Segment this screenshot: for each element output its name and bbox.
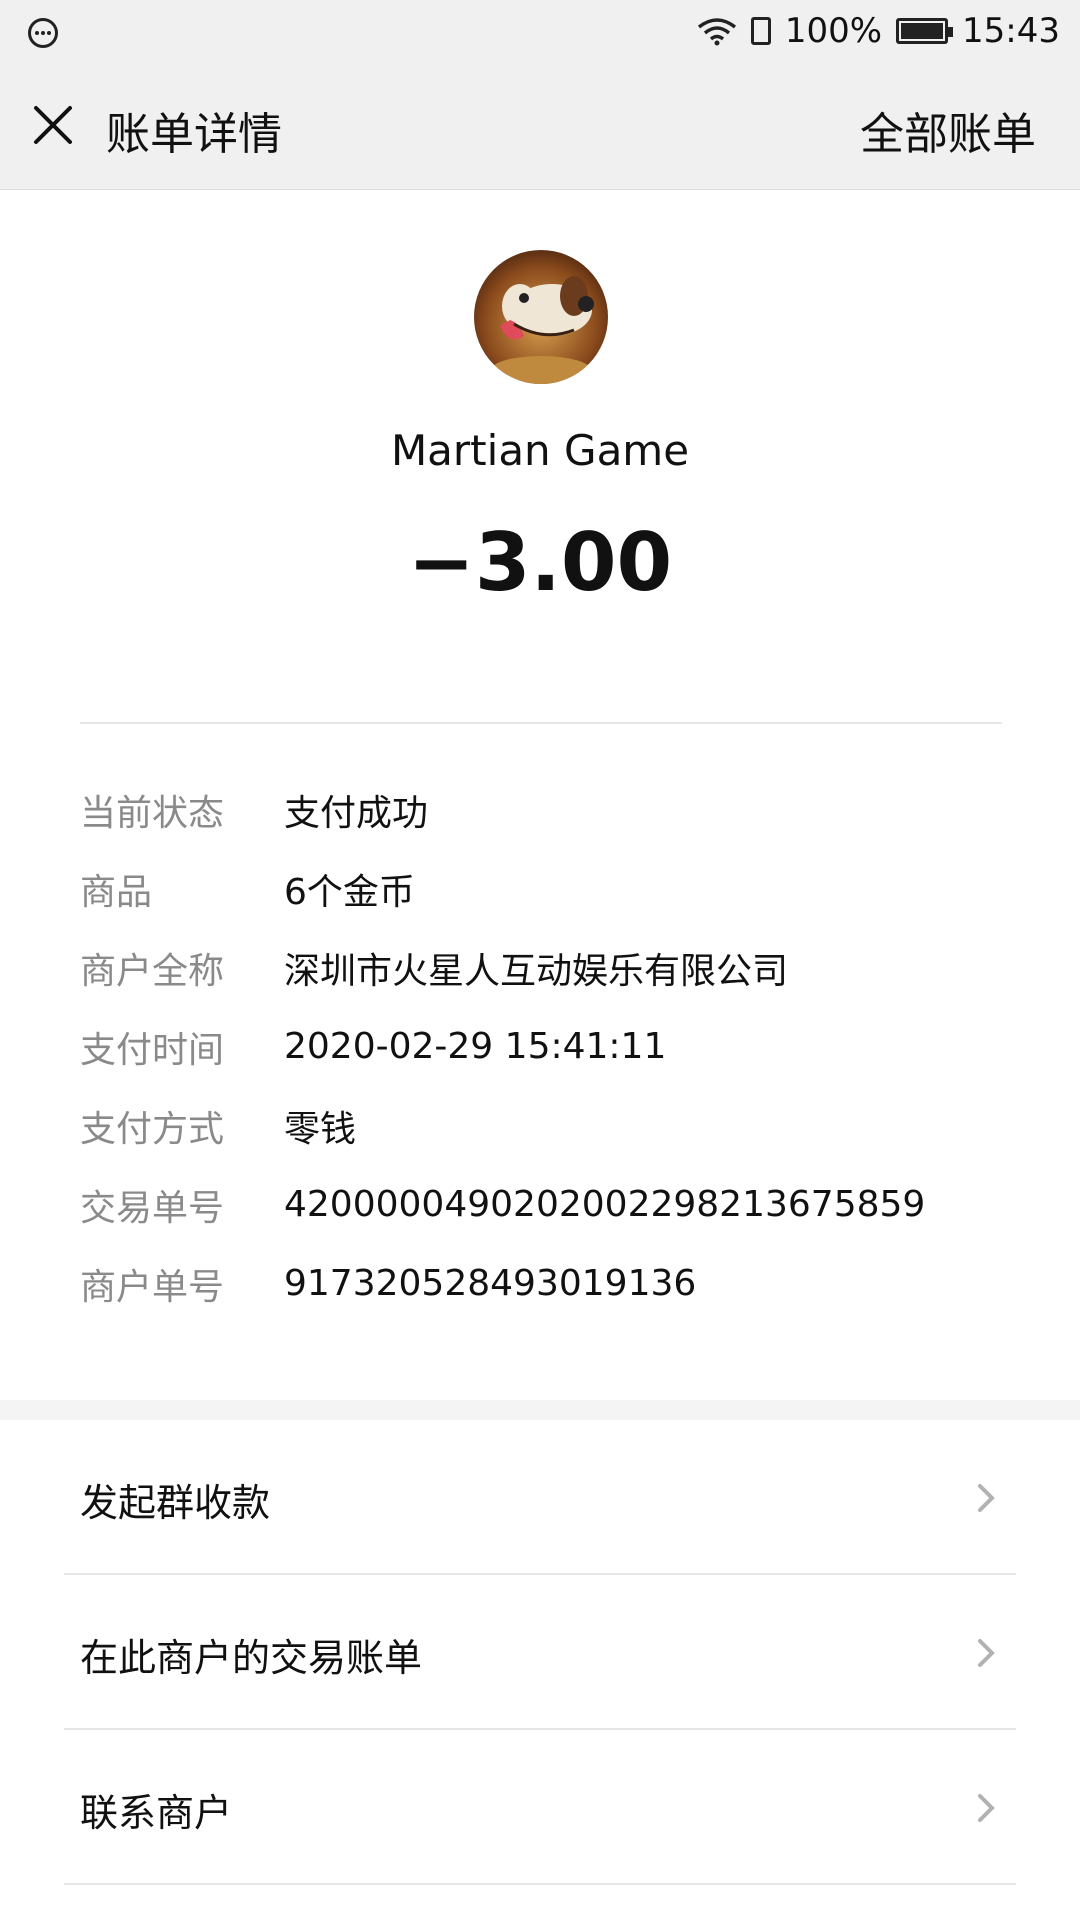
detail-row-transaction-id: 交易单号 4200000490202002298213675859: [80, 1165, 1020, 1244]
nav-bar: 账单详情 全部账单: [0, 62, 1080, 190]
detail-row-method: 支付方式 零钱: [80, 1086, 1020, 1165]
action-list: 发起群收款 在此商户的交易账单 联系商户: [0, 1420, 1080, 1885]
chevron-right-icon: [978, 1484, 995, 1512]
bill-header: Martian Game −3.00: [0, 190, 1080, 724]
detail-row-merchant-order: 商户单号 917320528493019136: [80, 1244, 1020, 1323]
sim-icon: [750, 17, 771, 45]
merchant-avatar: [474, 250, 608, 384]
page-title: 账单详情: [106, 109, 282, 160]
contact-merchant-button[interactable]: 联系商户: [0, 1730, 1080, 1885]
group-collect-button[interactable]: 发起群收款: [0, 1420, 1080, 1575]
wifi-icon: [697, 18, 736, 46]
status-right-group: 100% 15:43: [697, 8, 1060, 54]
detail-value: 2020-02-29 15:41:11: [284, 1026, 667, 1067]
detail-label: 商户单号: [80, 1266, 225, 1308]
merchant-bills-button[interactable]: 在此商户的交易账单: [0, 1575, 1080, 1730]
detail-row-time: 支付时间 2020-02-29 15:41:11: [80, 1007, 1020, 1086]
close-icon[interactable]: [28, 100, 78, 150]
bill-details: 当前状态 支付成功 商品 6个金币 商户全称 深圳市火星人互动娱乐有限公司 支付…: [80, 770, 1020, 1323]
clock: 15:43: [962, 11, 1060, 51]
detail-label: 当前状态: [80, 792, 225, 834]
detail-value: 深圳市火星人互动娱乐有限公司: [284, 950, 789, 992]
chevron-right-icon: [978, 1639, 995, 1667]
message-icon: [28, 18, 58, 48]
battery-icon: [896, 18, 954, 44]
detail-row-merchant: 商户全称 深圳市火星人互动娱乐有限公司: [80, 928, 1020, 1007]
detail-label: 商户全称: [80, 950, 225, 992]
section-separator: [0, 1400, 1080, 1420]
status-bar: 100% 15:43: [0, 0, 1080, 62]
detail-row-product: 商品 6个金币: [80, 849, 1020, 928]
chevron-right-icon: [978, 1794, 995, 1822]
detail-value: 4200000490202002298213675859: [284, 1184, 926, 1225]
action-label: 在此商户的交易账单: [80, 1636, 423, 1680]
detail-value: 917320528493019136: [284, 1263, 697, 1304]
divider: [80, 722, 1002, 724]
action-label: 发起群收款: [80, 1481, 271, 1525]
battery-percent: 100%: [784, 11, 883, 51]
detail-row-status: 当前状态 支付成功: [80, 770, 1020, 849]
detail-label: 支付方式: [80, 1108, 225, 1150]
all-bills-link[interactable]: 全部账单: [860, 98, 1036, 162]
detail-value: 支付成功: [284, 792, 429, 834]
detail-value: 零钱: [284, 1108, 357, 1150]
detail-label: 交易单号: [80, 1187, 225, 1229]
detail-value: 6个金币: [284, 871, 415, 913]
amount: −3.00: [407, 516, 673, 609]
detail-label: 商品: [80, 871, 153, 913]
action-label: 联系商户: [80, 1791, 233, 1835]
merchant-name: Martian Game: [390, 426, 690, 475]
divider: [64, 1883, 1016, 1885]
detail-label: 支付时间: [80, 1029, 225, 1071]
